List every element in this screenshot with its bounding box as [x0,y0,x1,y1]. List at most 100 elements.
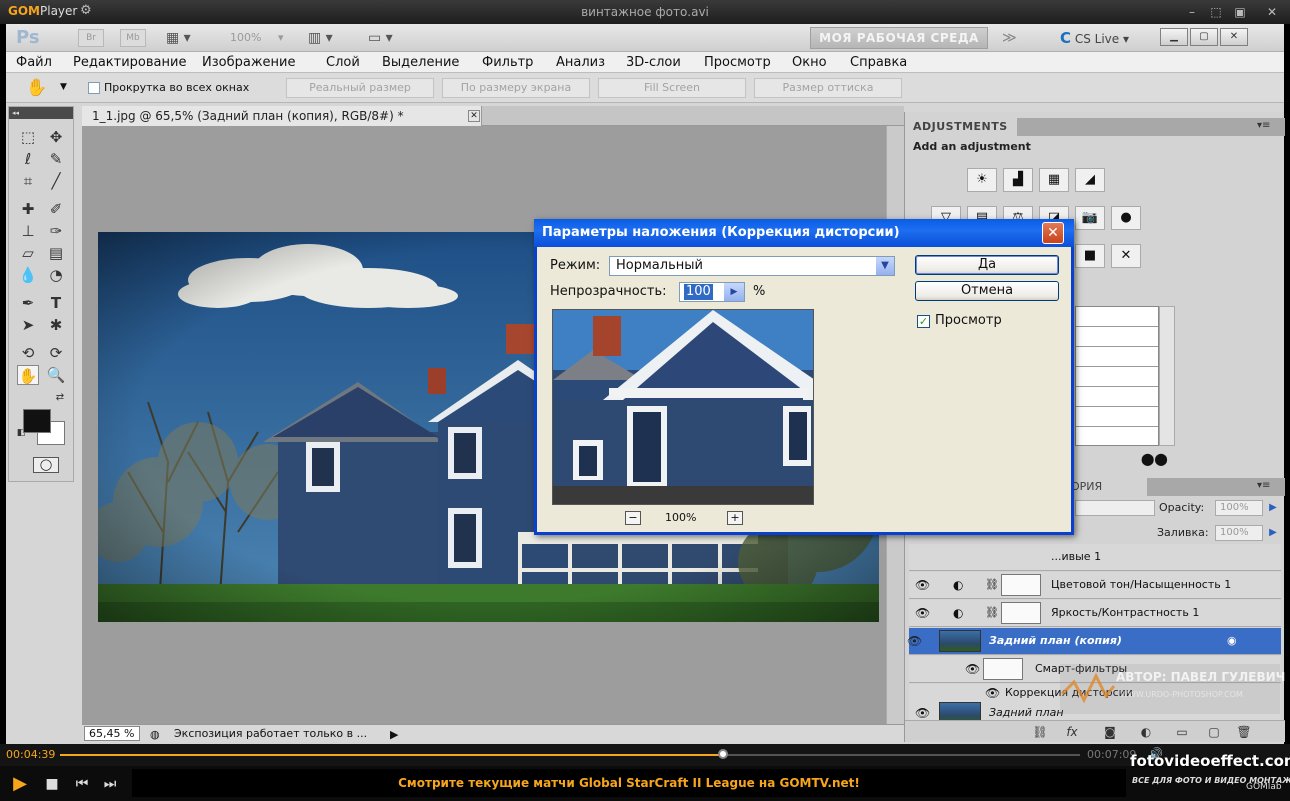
zoom-field[interactable]: 65,45 % [84,726,140,741]
chevron-right-icon[interactable]: ▶ [1265,500,1281,516]
zoom-level-select[interactable]: 100% [230,28,261,48]
photo-filter-icon[interactable]: 📷 [1075,206,1105,230]
list-item[interactable] [1076,327,1158,347]
zoom-in-button[interactable]: + [727,511,743,525]
fx-icon[interactable]: fx [1063,724,1081,740]
shape-tool-icon[interactable]: ✱ [45,315,67,335]
document-tab[interactable]: 1_1.jpg @ 65,5% (Задний план (копия), RG… [82,106,482,126]
view-extras-icon[interactable]: ▦ ▾ [166,28,191,48]
fill-field[interactable]: 100% [1215,525,1263,541]
swap-colors-icon[interactable]: ⇄ [53,391,67,405]
brightness-contrast-icon[interactable]: ☀ [967,168,997,192]
dodge-tool-icon[interactable]: ◔ [45,265,67,285]
next-button[interactable]: ⏭ [98,772,122,796]
link-icon[interactable]: ⛓ [985,606,999,619]
levels-icon[interactable]: ▟ [1003,168,1033,192]
selective-color-icon[interactable]: ✕ [1111,244,1141,268]
tab-adjustments[interactable]: ADJUSTMENTS [905,118,1017,136]
tab-history[interactable]: ОРИЯ [1067,478,1147,496]
ps-close-button[interactable]: ✕ [1220,28,1248,46]
cs-live-button[interactable]: C CS Live ▾ [1060,29,1129,47]
fill-screen-button[interactable]: Fill Screen [598,78,746,98]
list-item[interactable] [1076,367,1158,387]
zoom-out-button[interactable]: − [625,511,641,525]
healing-brush-tool-icon[interactable]: ✚ [17,199,39,219]
eye-icon[interactable]: 👁 [915,578,930,592]
hand-tool-icon[interactable]: ✋ [26,78,47,98]
opacity-input[interactable]: 100 ▶ [679,282,745,302]
list-item[interactable] [1076,407,1158,427]
clone-stamp-tool-icon[interactable]: ⊥ [17,221,39,241]
ps-minimize-button[interactable]: ▁ [1160,28,1188,46]
eye-icon[interactable]: 👁 [965,662,980,676]
workspace-button[interactable]: МОЯ РАБОЧАЯ СРЕДА [810,27,988,49]
mini-bridge-icon[interactable]: Mb [120,29,146,47]
pen-tool-icon[interactable]: ✒ [17,293,39,313]
bridge-icon[interactable]: Br [78,29,104,47]
layer-row-selected[interactable]: 👁 Задний план (копия) ◉ [907,628,1281,655]
zoom-tool-icon[interactable]: 🔍 [45,365,67,385]
quick-select-tool-icon[interactable]: ✎ [45,149,67,169]
gradient-map-icon[interactable]: ■ [1075,244,1105,268]
status-menu-arrow-icon[interactable]: ▶ [390,726,398,743]
menu-layer[interactable]: Слой [326,55,360,70]
play-button[interactable]: ▶ [8,772,32,796]
menu-image[interactable]: Изображение [202,55,295,70]
preview-checkbox[interactable]: ✓ [917,315,930,328]
ps-restore-button[interactable]: ▢ [1190,28,1218,46]
minimize-icon[interactable]: – [1184,4,1200,20]
panel-menu-icon[interactable]: ▾≡ [1257,480,1270,491]
gom-title-bar[interactable]: GOMPlayer ⚙ винтажное фото.avi – ⬚ ▣ ✕ [0,0,1290,24]
curves-icon[interactable]: ▦ [1039,168,1069,192]
menu-3d[interactable]: 3D-слои [626,55,681,70]
layer-mask-thumbnail[interactable] [1001,602,1041,624]
blend-mode-select[interactable] [1075,500,1155,516]
3d-orbit-tool-icon[interactable]: ⟳ [45,343,67,363]
close-icon[interactable]: ✕ [1042,222,1064,244]
clip-layer-icon[interactable]: ⬤⬤ [1141,452,1168,466]
arrange-documents-icon[interactable]: ▥ ▾ [308,28,333,48]
panel-menu-icon[interactable]: ▾≡ [1257,120,1270,131]
menu-help[interactable]: Справка [850,55,907,70]
close-icon[interactable]: ✕ [1264,4,1280,20]
fit-screen-button[interactable]: По размеру экрана [442,78,590,98]
exposure-icon[interactable]: ◢ [1075,168,1105,192]
dialog-preview-image[interactable] [552,309,814,505]
chevron-down-icon[interactable]: ▼ [60,82,67,92]
status-options-icon[interactable]: ◍ [150,726,160,743]
news-ticker[interactable]: Смотрите текущие матчи Global StarCraft … [132,769,1126,797]
history-brush-tool-icon[interactable]: ✑ [45,221,67,241]
list-item[interactable] [1076,347,1158,367]
menu-view[interactable]: Просмотр [704,55,771,70]
layer-mask-thumbnail[interactable] [1001,574,1041,596]
add-mask-icon[interactable]: ◙ [1101,724,1119,740]
smart-filter-mask-thumbnail[interactable] [983,658,1023,680]
crop-tool-icon[interactable]: ⌗ [17,171,39,191]
3d-rotate-tool-icon[interactable]: ⟲ [17,343,39,363]
trash-icon[interactable]: 🗑 [1235,724,1253,740]
hand-tool-icon[interactable]: ✋ [17,365,39,385]
marquee-tool-icon[interactable]: ⬚ [17,127,39,147]
double-chevron-icon[interactable]: ≫ [1002,28,1017,48]
chevron-down-icon[interactable]: ▾ [278,28,284,48]
chevron-down-icon[interactable]: ▼ [876,257,894,275]
blur-tool-icon[interactable]: 💧 [17,265,39,285]
folder-icon[interactable]: ▭ [1173,724,1191,740]
eye-icon[interactable]: 👁 [985,686,1000,700]
screen-mode-icon[interactable]: ▭ ▾ [368,28,393,48]
scroll-all-windows-checkbox[interactable] [88,82,100,94]
ok-button[interactable]: Да [915,255,1059,275]
link-icon[interactable]: ⛓ [1031,724,1049,740]
mode-select[interactable]: Нормальный ▼ [609,256,895,276]
tools-panel-header[interactable]: ◂◂ [9,107,73,119]
adjustment-presets-list[interactable] [1075,306,1159,446]
gradient-tool-icon[interactable]: ▤ [45,243,67,263]
list-item[interactable] [1076,387,1158,407]
menu-file[interactable]: Файл [16,55,52,70]
compact-icon[interactable]: ▣ [1232,4,1248,20]
stop-button[interactable]: ■ [40,772,64,796]
link-icon[interactable]: ⛓ [985,578,999,591]
channel-mixer-icon[interactable]: ● [1111,206,1141,230]
layer-row[interactable]: ...ивые 1 [909,544,1281,571]
menu-window[interactable]: Окно [792,55,827,70]
